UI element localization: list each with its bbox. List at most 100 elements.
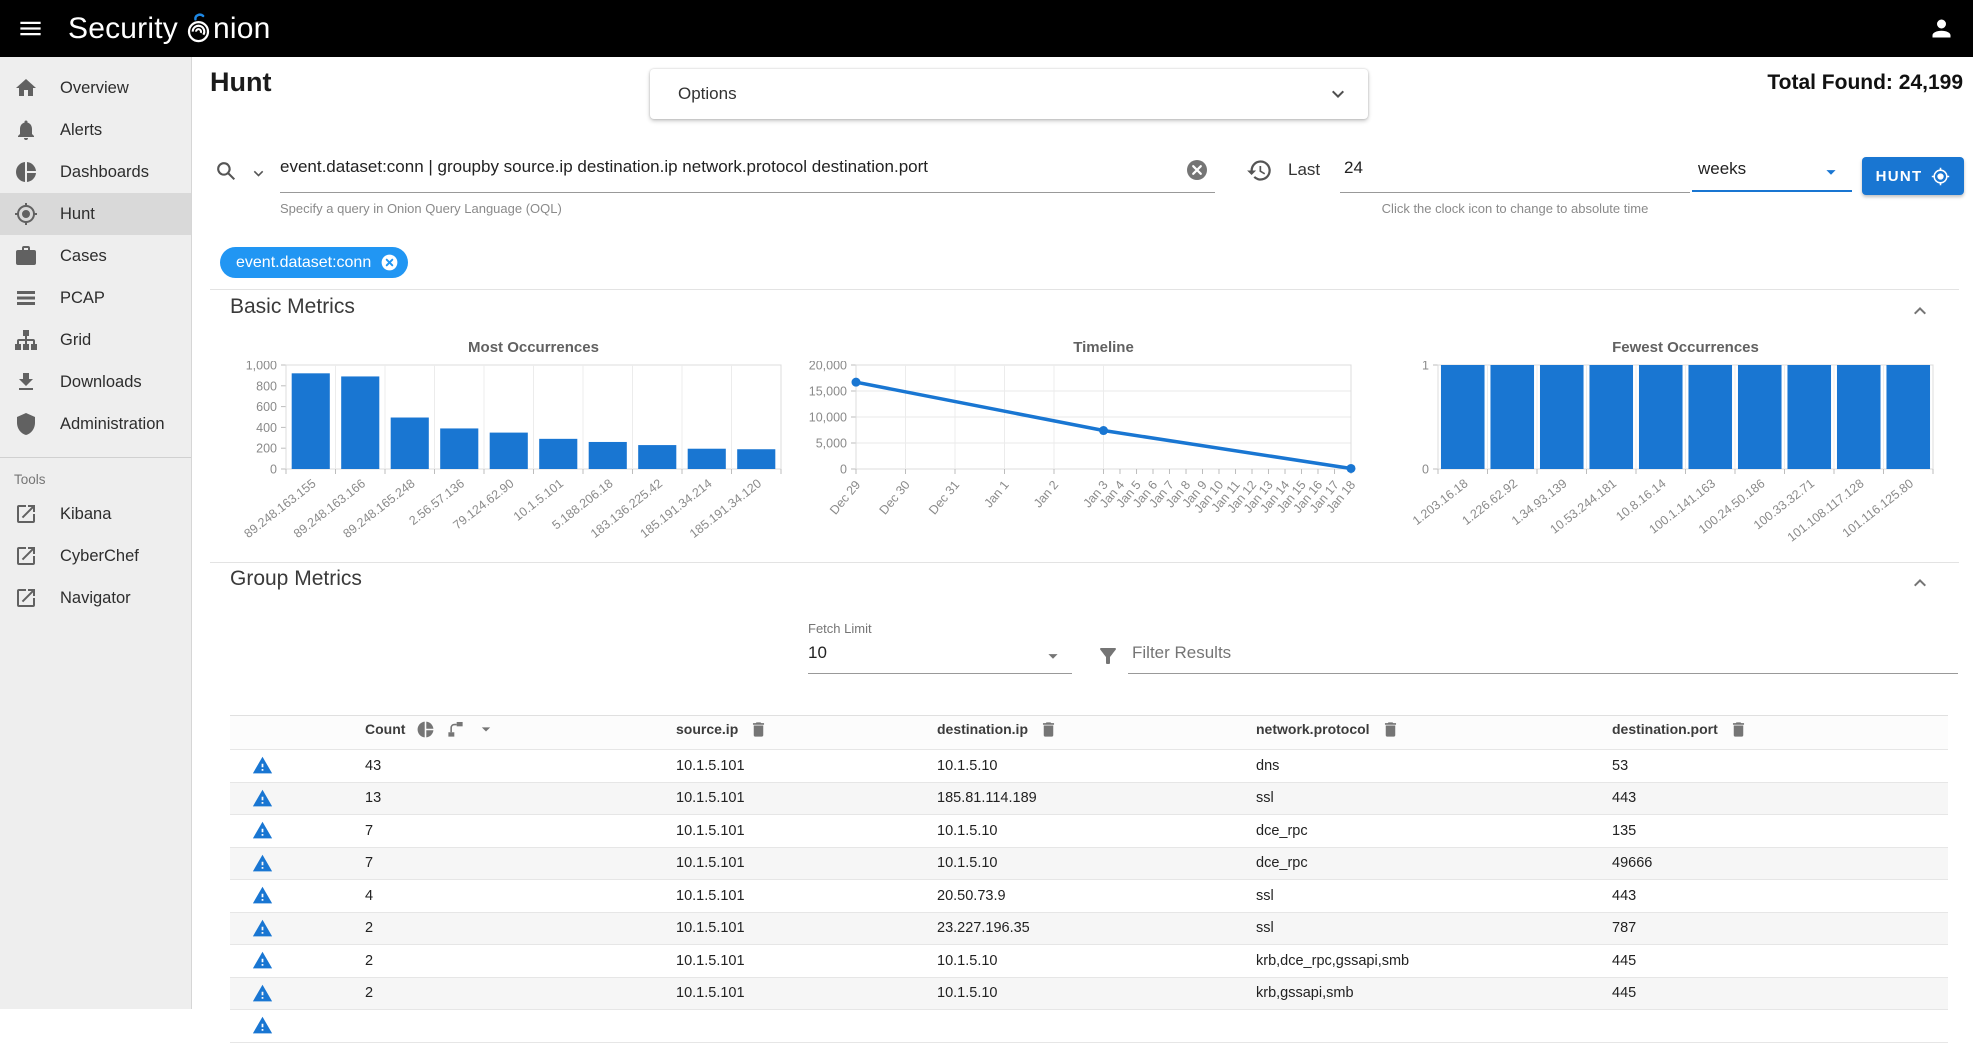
cell-source-ip[interactable]: 10.1.5.101	[676, 790, 937, 806]
cell-destination-port[interactable]: 443	[1612, 888, 1948, 904]
filter-results-input[interactable]	[1132, 643, 1932, 663]
cell-network-protocol[interactable]: ssl	[1256, 920, 1612, 936]
brand-logo[interactable]: Security nion	[68, 12, 271, 46]
cell-source-ip[interactable]: 10.1.5.101	[676, 985, 937, 1001]
search-icon[interactable]	[214, 159, 239, 184]
filter-chip[interactable]: event.dataset:conn	[220, 247, 408, 278]
sidebar-item-kibana[interactable]: Kibana	[0, 493, 191, 535]
remove-column-trash-icon[interactable]	[1729, 720, 1748, 739]
cell-count[interactable]: 7	[365, 855, 676, 871]
alert-actions-icon[interactable]	[252, 853, 273, 874]
table-row[interactable]: 210.1.5.10110.1.5.10krb,dce_rpc,gssapi,s…	[230, 945, 1948, 978]
alert-actions-icon[interactable]	[252, 1015, 273, 1036]
cell-network-protocol[interactable]: dce_rpc	[1256, 855, 1612, 871]
fetch-limit-caret-icon[interactable]	[1042, 645, 1064, 667]
table-row[interactable]: 710.1.5.10110.1.5.10dce_rpc135	[230, 815, 1948, 848]
cell-count[interactable]: 4	[365, 888, 676, 904]
cell-source-ip[interactable]: 10.1.5.101	[676, 758, 937, 774]
cell-count[interactable]: 2	[365, 953, 676, 969]
group-metrics-collapse-icon[interactable]	[1908, 571, 1932, 595]
cell-destination-ip[interactable]: 10.1.5.10	[937, 985, 1256, 1001]
basic-metrics-collapse-icon[interactable]	[1908, 299, 1932, 323]
cell-count[interactable]: 7	[365, 823, 676, 839]
cell-destination-ip[interactable]: 20.50.73.9	[937, 888, 1256, 904]
alert-actions-icon[interactable]	[252, 885, 273, 906]
sidebar-item-dashboards[interactable]: Dashboards	[0, 151, 191, 193]
sidebar-item-downloads[interactable]: Downloads	[0, 361, 191, 403]
cell-destination-ip[interactable]: 23.227.196.35	[937, 920, 1256, 936]
alert-actions-icon[interactable]	[252, 820, 273, 841]
cell-destination-port[interactable]: 445	[1612, 953, 1948, 969]
cell-network-protocol[interactable]: ssl	[1256, 790, 1612, 806]
cell-network-protocol[interactable]: krb,dce_rpc,gssapi,smb	[1256, 953, 1612, 969]
cell-count[interactable]: 2	[365, 985, 676, 1001]
sidebar-item-administration[interactable]: Administration	[0, 403, 191, 445]
chip-close-icon[interactable]	[379, 252, 400, 273]
table-row[interactable]: 410.1.5.10120.50.73.9ssl443	[230, 880, 1948, 913]
cell-destination-ip[interactable]: 10.1.5.10	[937, 823, 1256, 839]
hunt-button[interactable]: HUNT	[1862, 157, 1964, 195]
time-unit-caret-icon[interactable]	[1820, 161, 1842, 183]
cell-source-ip[interactable]: 10.1.5.101	[676, 888, 937, 904]
remove-column-trash-icon[interactable]	[1381, 720, 1400, 739]
clear-query-icon[interactable]	[1185, 158, 1209, 182]
cell-network-protocol[interactable]: ssl	[1256, 888, 1612, 904]
sidebar-item-alerts[interactable]: Alerts	[0, 109, 191, 151]
history-clock-icon[interactable]	[1246, 157, 1273, 184]
cell-source-ip[interactable]: 10.1.5.101	[676, 953, 937, 969]
alert-actions-icon[interactable]	[252, 918, 273, 939]
pie-chart-toggle-icon[interactable]	[416, 720, 435, 739]
alert-actions-icon[interactable]	[252, 983, 273, 1004]
sidebar-item-cases[interactable]: Cases	[0, 235, 191, 277]
sidebar-item-grid[interactable]: Grid	[0, 319, 191, 361]
most-occurrences-chart[interactable]: Most Occurrences 02004006008001,00089.24…	[222, 339, 787, 556]
cell-destination-ip[interactable]: 10.1.5.10	[937, 758, 1256, 774]
sidebar-item-hunt[interactable]: Hunt	[0, 193, 191, 235]
fetch-limit-select[interactable]: 10	[808, 643, 827, 663]
sankey-chart-toggle-icon[interactable]	[446, 720, 465, 739]
cell-destination-port[interactable]: 787	[1612, 920, 1948, 936]
cell-destination-port[interactable]: 49666	[1612, 855, 1948, 871]
timeline-chart[interactable]: Timeline 05,00010,00015,00020,000Dec 29D…	[792, 339, 1357, 556]
table-row[interactable]: 710.1.5.10110.1.5.10dce_rpc49666	[230, 848, 1948, 881]
user-account-icon[interactable]	[1928, 15, 1955, 42]
sidebar-item-navigator[interactable]: Navigator	[0, 577, 191, 619]
table-row[interactable]: 210.1.5.10123.227.196.35ssl787	[230, 913, 1948, 946]
cell-destination-ip[interactable]: 10.1.5.10	[937, 855, 1256, 871]
time-unit-select[interactable]: weeks	[1698, 159, 1746, 179]
options-expander[interactable]: Options	[650, 69, 1368, 119]
table-row[interactable]: 4310.1.5.10110.1.5.10dns53	[230, 750, 1948, 783]
cell-source-ip[interactable]: 10.1.5.101	[676, 920, 937, 936]
cell-network-protocol[interactable]: krb,gssapi,smb	[1256, 985, 1612, 1001]
query-history-chevron-icon[interactable]	[249, 164, 268, 183]
cell-count[interactable]: 43	[365, 758, 676, 774]
count-menu-caret-icon[interactable]	[476, 719, 496, 739]
sidebar-item-overview[interactable]: Overview	[0, 67, 191, 109]
table-row[interactable]: 210.1.5.10110.1.5.10krb,gssapi,smb445	[230, 978, 1948, 1011]
alert-actions-icon[interactable]	[252, 950, 273, 971]
cell-network-protocol[interactable]: dce_rpc	[1256, 823, 1612, 839]
duration-input[interactable]	[1344, 158, 1664, 178]
menu-icon[interactable]	[10, 9, 50, 49]
cell-source-ip[interactable]: 10.1.5.101	[676, 823, 937, 839]
cell-source-ip[interactable]: 10.1.5.101	[676, 855, 937, 871]
cell-count[interactable]: 13	[365, 790, 676, 806]
cell-destination-port[interactable]: 53	[1612, 758, 1948, 774]
table-row[interactable]: 1310.1.5.101185.81.114.189ssl443	[230, 783, 1948, 816]
sidebar-item-pcap[interactable]: PCAP	[0, 277, 191, 319]
cell-destination-port[interactable]: 443	[1612, 790, 1948, 806]
cell-destination-port[interactable]: 445	[1612, 985, 1948, 1001]
cell-destination-port[interactable]: 135	[1612, 823, 1948, 839]
cell-count[interactable]: 2	[365, 920, 676, 936]
fewest-occurrences-chart[interactable]: Fewest Occurrences 011.203.16.181.226.62…	[1374, 339, 1939, 556]
remove-column-trash-icon[interactable]	[1039, 720, 1058, 739]
cell-network-protocol[interactable]: dns	[1256, 758, 1612, 774]
query-input[interactable]	[280, 157, 1180, 177]
alert-actions-icon[interactable]	[252, 755, 273, 776]
table-row[interactable]	[230, 1010, 1948, 1043]
remove-column-trash-icon[interactable]	[749, 720, 768, 739]
sidebar-item-cyberchef[interactable]: CyberChef	[0, 535, 191, 577]
alert-actions-icon[interactable]	[252, 788, 273, 809]
cell-destination-ip[interactable]: 10.1.5.10	[937, 953, 1256, 969]
cell-destination-ip[interactable]: 185.81.114.189	[937, 790, 1256, 806]
